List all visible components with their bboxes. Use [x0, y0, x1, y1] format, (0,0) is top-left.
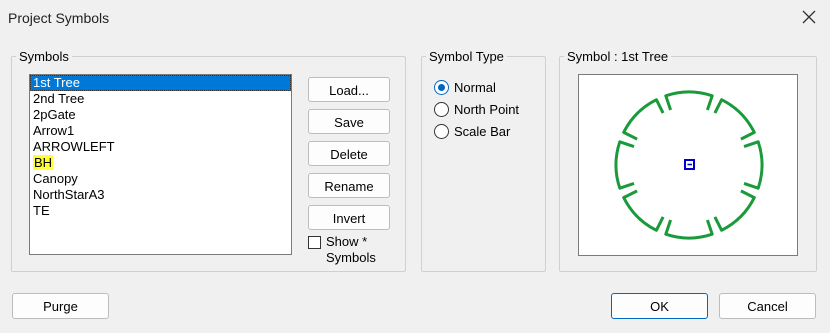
rename-button[interactable]: Rename	[308, 173, 390, 198]
list-item-label: 1st Tree	[33, 75, 80, 90]
list-item[interactable]: 2nd Tree	[30, 91, 291, 107]
show-symbols-label: Show * Symbols	[326, 234, 376, 265]
cancel-button[interactable]: Cancel	[719, 293, 816, 319]
symbol-preview-legend: Symbol : 1st Tree	[567, 49, 669, 64]
purge-button[interactable]: Purge	[12, 293, 109, 319]
list-item[interactable]: BH	[30, 155, 291, 171]
load-button[interactable]: Load...	[308, 77, 390, 102]
radio-normal-label: Normal	[454, 80, 496, 95]
invert-button[interactable]: Invert	[308, 205, 390, 230]
tree-symbol-graphic	[614, 90, 764, 240]
list-item-label: 2pGate	[33, 107, 76, 122]
radio-button[interactable]	[434, 102, 449, 117]
list-item-label: Canopy	[33, 171, 78, 186]
symbol-preview	[578, 74, 798, 256]
checkbox-box[interactable]	[308, 236, 321, 249]
list-item-label: NorthStarA3	[33, 187, 105, 202]
ok-button[interactable]: OK	[611, 293, 708, 319]
list-item[interactable]: ARROWLEFT	[30, 139, 291, 155]
show-symbols-checkbox[interactable]: Show * Symbols	[308, 234, 398, 268]
list-item[interactable]: Arrow1	[30, 123, 291, 139]
list-item[interactable]: TE	[30, 203, 291, 219]
window-title: Project Symbols	[8, 10, 110, 26]
list-item[interactable]: NorthStarA3	[30, 187, 291, 203]
list-item-label: 2nd Tree	[33, 91, 85, 106]
radio-button[interactable]	[434, 80, 449, 95]
close-icon[interactable]	[800, 8, 818, 26]
symbol-type-legend: Symbol Type	[429, 49, 504, 64]
title-bar: Project Symbols	[0, 0, 830, 36]
list-item-label: ARROWLEFT	[33, 139, 115, 154]
radio-button[interactable]	[434, 124, 449, 139]
list-item[interactable]: 2pGate	[30, 107, 291, 123]
radio-north-point-label: North Point	[454, 102, 520, 117]
symbols-legend: Symbols	[19, 49, 69, 64]
list-item-label-highlighted: BH	[33, 155, 54, 170]
list-item[interactable]: Canopy	[30, 171, 291, 187]
save-button[interactable]: Save	[308, 109, 390, 134]
delete-button[interactable]: Delete	[308, 141, 390, 166]
list-item[interactable]: 1st Tree	[30, 75, 291, 91]
list-item-label: TE	[33, 203, 50, 218]
symbols-listbox[interactable]: 1st Tree 2nd Tree 2pGate Arrow1 ARROWLEF…	[29, 74, 292, 255]
radio-scale-bar-label: Scale Bar	[454, 124, 511, 139]
list-item-label: Arrow1	[33, 123, 75, 138]
